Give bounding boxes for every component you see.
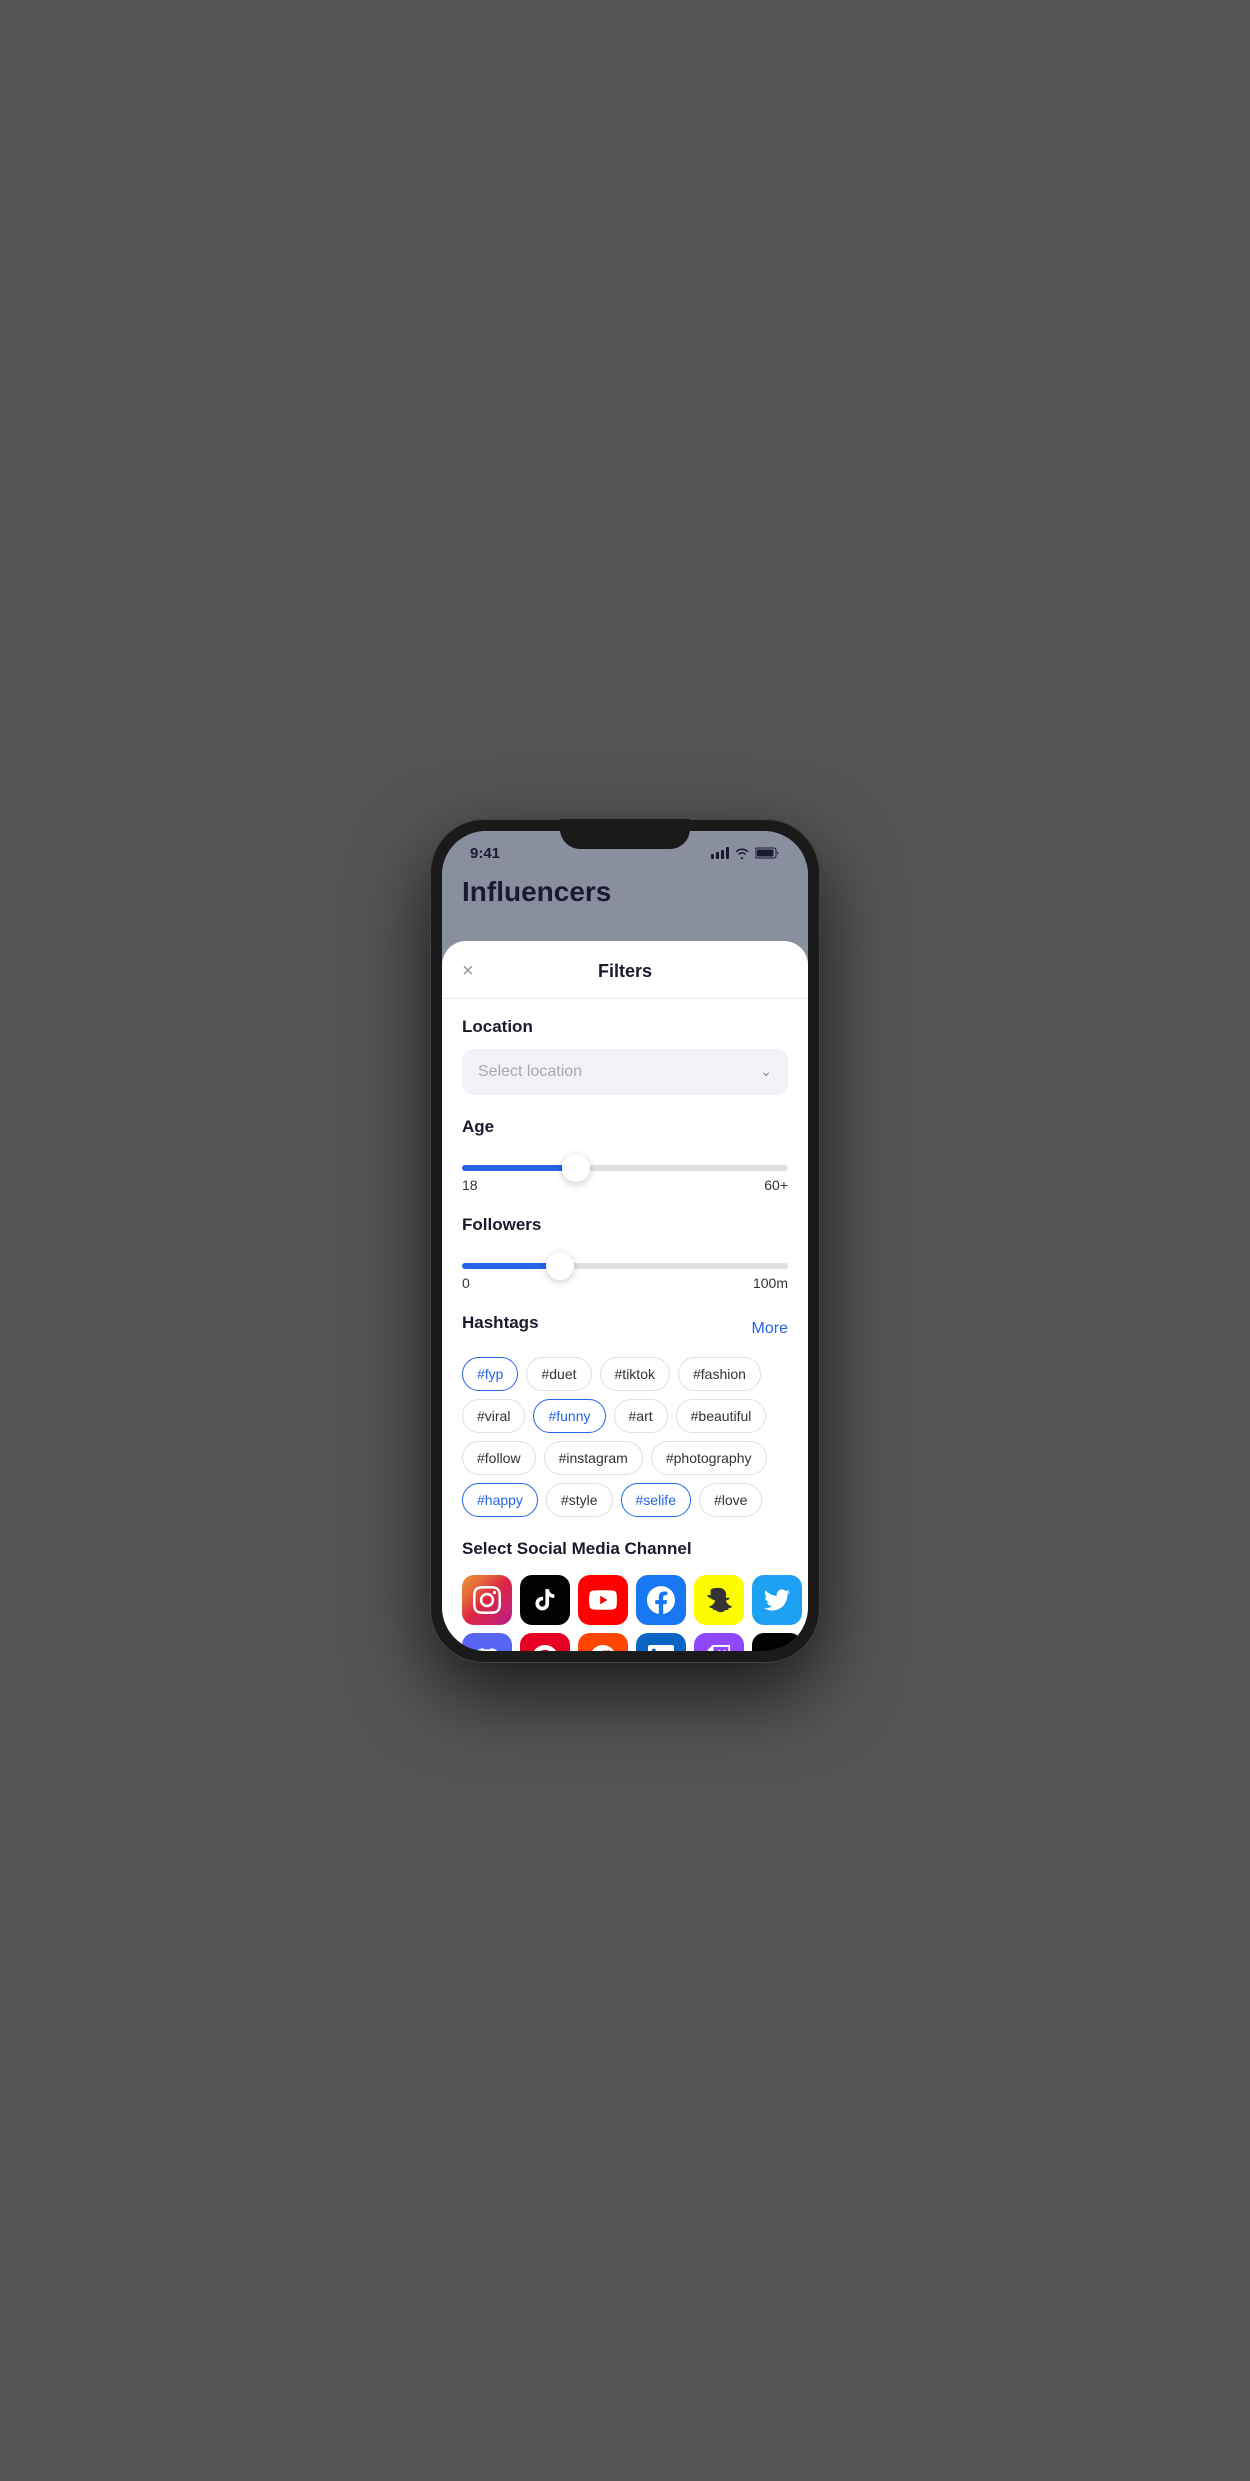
hashtag-chip[interactable]: #funny <box>533 1399 605 1433</box>
phone-frame: 9:41 <box>430 819 820 1663</box>
hashtag-chip[interactable]: #love <box>699 1483 762 1517</box>
age-label: Age <box>462 1117 788 1137</box>
wifi-icon <box>734 847 750 859</box>
age-max-label: 60+ <box>764 1177 788 1193</box>
hashtag-chip[interactable]: #art <box>614 1399 668 1433</box>
age-slider-thumb[interactable] <box>562 1154 590 1182</box>
signal-icon <box>711 847 729 859</box>
location-section: Location Select location ⌄ <box>442 999 808 1095</box>
location-select[interactable]: Select location ⌄ <box>462 1049 788 1095</box>
hashtag-chip[interactable]: #happy <box>462 1483 538 1517</box>
hashtags-section: Hashtags More #fyp#duet #tiktok#fashion #v… <box>442 1295 808 1517</box>
hashtag-chip[interactable]: #follow <box>462 1441 536 1475</box>
hashtag-chip[interactable]: #duet <box>526 1357 591 1391</box>
followers-slider-thumb[interactable] <box>546 1252 574 1280</box>
hashtags-grid: #fyp#duet #tiktok#fashion #viral#funny #art… <box>462 1357 788 1517</box>
hashtag-chip[interactable]: #fashion <box>678 1357 761 1391</box>
hashtag-chip[interactable]: #selife <box>621 1483 691 1517</box>
hashtags-header: Hashtags More <box>462 1313 788 1345</box>
social-icon-linkedin[interactable] <box>636 1633 686 1651</box>
hashtag-chip[interactable]: #fyp <box>462 1357 518 1391</box>
social-icon-pinterest[interactable] <box>520 1633 570 1651</box>
status-icons <box>711 847 780 859</box>
hashtag-chip[interactable]: #tiktok <box>600 1357 670 1391</box>
followers-min-label: 0 <box>462 1275 470 1291</box>
social-icon-snapchat[interactable] <box>694 1575 744 1625</box>
age-section: Age 18 60+ <box>442 1099 808 1197</box>
phone-screen: 9:41 <box>442 831 808 1651</box>
followers-slider-container: 0 100m <box>462 1247 788 1295</box>
social-icon-twitter[interactable] <box>752 1575 802 1625</box>
followers-section: Followers 0 100m <box>442 1197 808 1295</box>
followers-slider-labels: 0 100m <box>462 1275 788 1291</box>
social-icon-reddit[interactable] <box>578 1633 628 1651</box>
hashtags-more-button[interactable]: More <box>752 1320 788 1338</box>
age-slider-container: 18 60+ <box>462 1149 788 1197</box>
followers-slider-track <box>462 1263 788 1269</box>
hashtag-chip[interactable]: #photography <box>651 1441 767 1475</box>
social-grid <box>462 1571 788 1651</box>
social-icon-tiktok[interactable] <box>520 1575 570 1625</box>
battery-icon <box>755 847 780 859</box>
social-icon-youtube[interactable] <box>578 1575 628 1625</box>
status-time: 9:41 <box>470 845 500 862</box>
age-slider-fill <box>462 1165 576 1171</box>
hashtag-chip[interactable]: #viral <box>462 1399 525 1433</box>
modal-title: Filters <box>598 961 652 982</box>
close-button[interactable]: × <box>462 960 474 983</box>
social-icon-twitch[interactable] <box>694 1633 744 1651</box>
followers-label: Followers <box>462 1215 788 1235</box>
app-title: Influencers <box>462 876 611 907</box>
filter-modal: × Filters Location Select location ⌄ Age <box>442 941 808 1651</box>
hashtag-chip[interactable]: #beautiful <box>676 1399 767 1433</box>
social-section: Select Social Media Channel <box>442 1521 808 1651</box>
age-min-label: 18 <box>462 1177 478 1193</box>
location-placeholder: Select location <box>478 1063 582 1081</box>
app-header: Influencers <box>442 868 808 920</box>
hashtags-label: Hashtags <box>462 1313 539 1333</box>
hashtag-chip[interactable]: #style <box>546 1483 613 1517</box>
hashtag-chip[interactable]: #instagram <box>544 1441 643 1475</box>
notch <box>560 819 690 849</box>
social-icon-facebook[interactable] <box>636 1575 686 1625</box>
chevron-down-icon: ⌄ <box>760 1063 772 1080</box>
social-label: Select Social Media Channel <box>462 1539 788 1559</box>
modal-header: × Filters <box>442 941 808 999</box>
social-icon-letterboxd[interactable] <box>752 1633 802 1651</box>
social-icon-discord[interactable] <box>462 1633 512 1651</box>
age-slider-labels: 18 60+ <box>462 1177 788 1193</box>
followers-max-label: 100m <box>753 1275 788 1291</box>
age-slider-track <box>462 1165 788 1171</box>
location-label: Location <box>462 1017 788 1037</box>
social-icon-instagram[interactable] <box>462 1575 512 1625</box>
